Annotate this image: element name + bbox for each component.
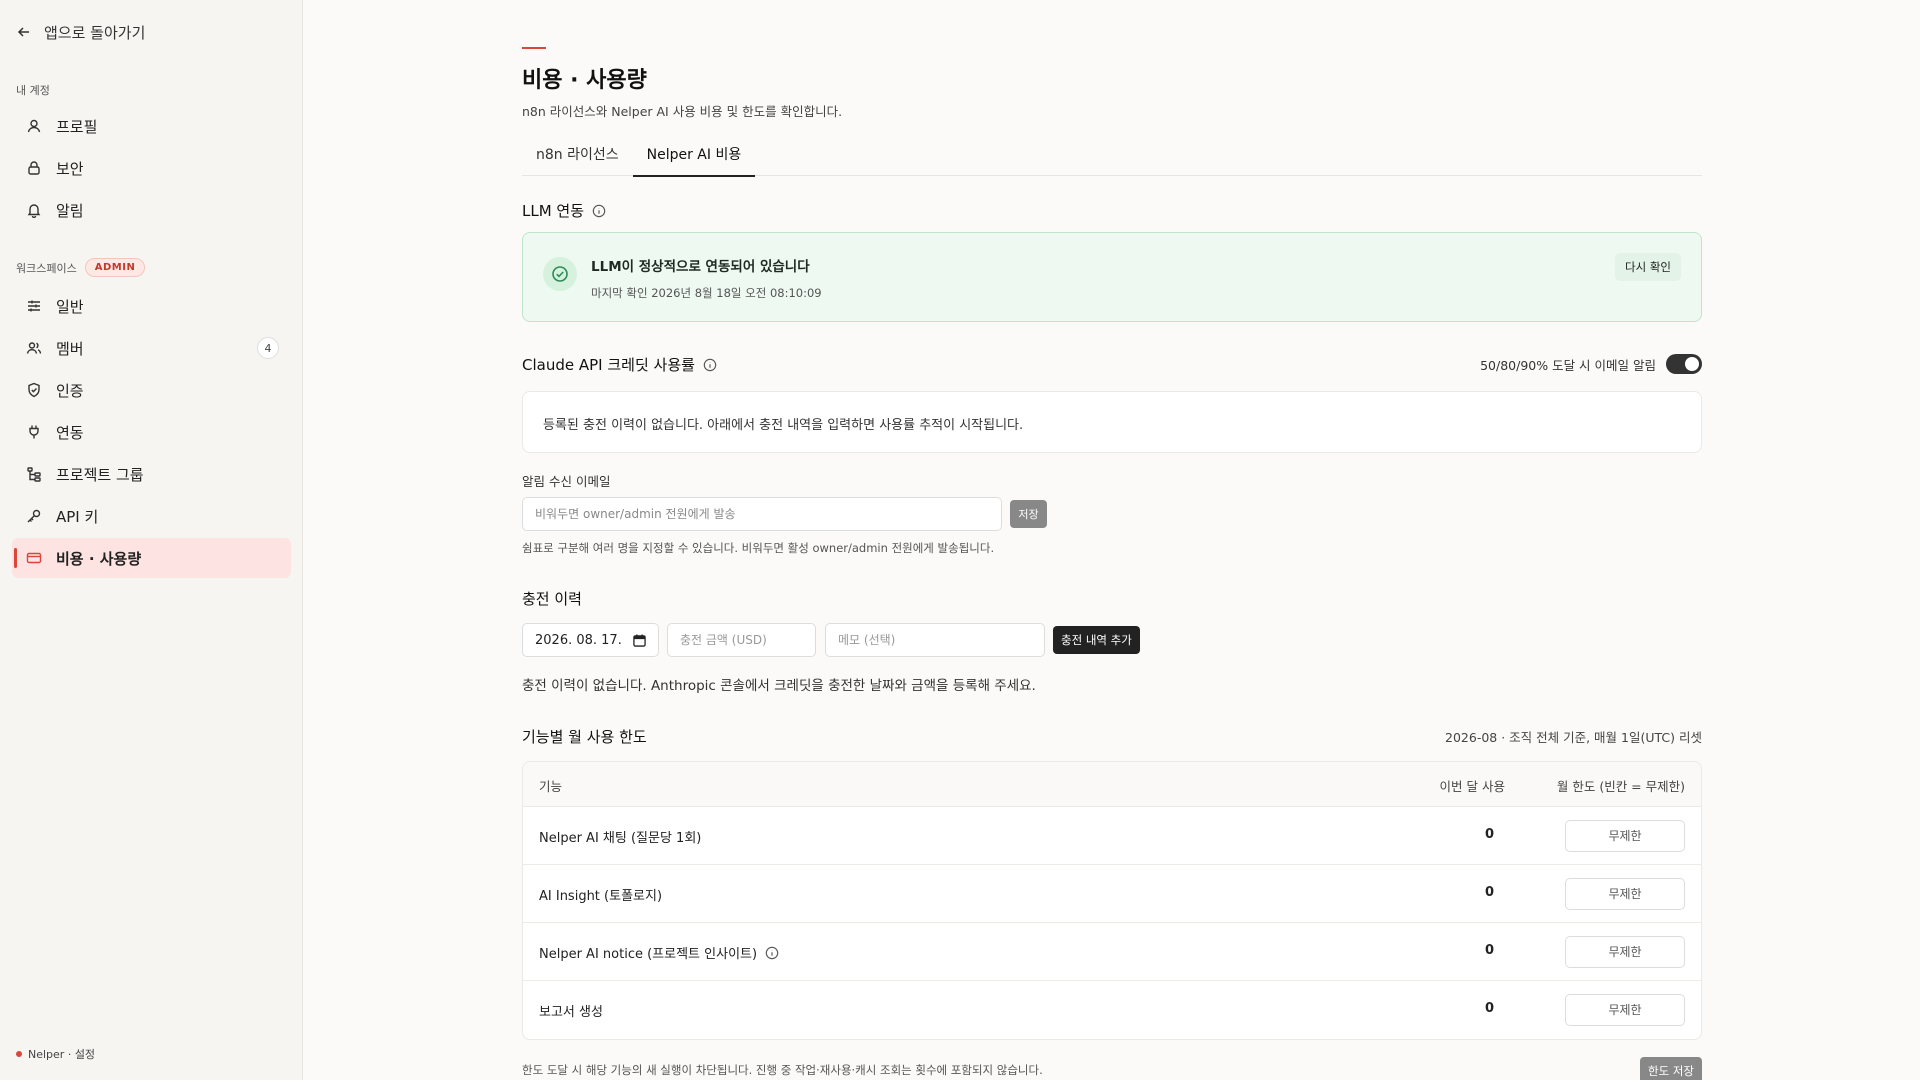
sidebar-item-general[interactable]: 일반 xyxy=(12,286,291,326)
info-icon[interactable] xyxy=(592,204,606,218)
title-accent-line xyxy=(522,47,546,49)
limits-period-meta: 2026-08 · 조직 전체 기준, 매월 1일(UTC) 리셋 xyxy=(1445,730,1702,745)
alert-email-help: 쉼표로 구분해 여러 명을 지정할 수 있습니다. 비워두면 활성 owner/… xyxy=(522,541,995,555)
monthly-limit-input[interactable] xyxy=(1565,820,1685,852)
save-email-button[interactable]: 저장 xyxy=(1010,500,1047,528)
info-icon[interactable] xyxy=(765,946,779,960)
user-icon xyxy=(27,119,41,133)
alert-email-label: 알림 수신 이메일 xyxy=(522,474,611,489)
credit-empty-state: 등록된 충전 이력이 없습니다. 아래에서 충전 내역을 입력하면 사용률 추적… xyxy=(522,391,1702,453)
sidebar-item-label: 프로필 xyxy=(56,117,98,136)
feature-name: 보고서 생성 xyxy=(539,1005,603,1020)
monthly-limit-input[interactable] xyxy=(1565,878,1685,910)
workspace-section-label: 워크스페이스 ADMIN xyxy=(16,258,146,277)
table-row: Nelper AI 채팅 (질문당 1회) 0 xyxy=(523,807,1701,865)
column-header-usage: 이번 달 사용 xyxy=(1439,779,1505,794)
back-link-label: 앱으로 돌아가기 xyxy=(44,23,146,42)
sidebar-item-label: 멤버 xyxy=(56,339,84,358)
llm-status-card: LLM이 정상적으로 연동되어 있습니다 마지막 확인 2026년 8월 18일… xyxy=(522,232,1702,322)
limits-footer-note: 한도 도달 시 해당 기능의 새 실행이 차단됩니다. 진행 중 작업·재사용·… xyxy=(522,1063,1043,1077)
tree-icon xyxy=(27,467,41,482)
sidebar-item-label: 비용 · 사용량 xyxy=(56,549,142,568)
monthly-limit-input[interactable] xyxy=(1565,936,1685,968)
email-alert-label: 50/80/90% 도달 시 이메일 알림 xyxy=(1480,357,1656,373)
feature-name: Nelper AI 채팅 (질문당 1회) xyxy=(539,831,702,846)
sidebar-item-integrations[interactable]: 연동 xyxy=(12,412,291,452)
table-row: AI Insight (토폴로지) 0 xyxy=(523,865,1701,923)
sidebar-item-label: 인증 xyxy=(56,381,84,400)
page-subtitle: n8n 라이선스와 Nelper AI 사용 비용 및 한도를 확인합니다. xyxy=(522,104,843,119)
sidebar: 앱으로 돌아가기 내 계정 프로필 보안 알림 워크스페이스 ADMIN 일반 … xyxy=(0,0,303,1080)
plug-icon xyxy=(29,425,39,439)
info-icon[interactable] xyxy=(703,358,717,372)
credit-card-icon xyxy=(26,552,42,564)
credit-section-title: Claude API 크레딧 사용률 xyxy=(522,354,717,375)
feature-name: AI Insight (토폴로지) xyxy=(539,889,663,904)
alert-email-input[interactable] xyxy=(522,497,1002,531)
sidebar-footer: Nelper · 설정 xyxy=(16,1046,95,1062)
users-icon xyxy=(26,342,42,354)
monthly-limit-input[interactable] xyxy=(1565,994,1685,1026)
charge-empty-state: 충전 이력이 없습니다. Anthropic 콘솔에서 크레딧을 충전한 날짜와… xyxy=(522,678,1036,694)
llm-last-checked: 마지막 확인 2026년 8월 18일 오전 08:10:09 xyxy=(591,286,822,300)
member-count-badge: 4 xyxy=(257,337,279,359)
sidebar-item-cost-usage[interactable]: 비용 · 사용량 xyxy=(12,538,291,578)
brand-dot-icon xyxy=(16,1051,22,1057)
charge-memo-input[interactable] xyxy=(825,623,1045,657)
table-header: 기능 이번 달 사용 월 한도 (빈칸 = 무제한) xyxy=(523,762,1701,807)
back-to-app-link[interactable]: 앱으로 돌아가기 xyxy=(16,20,145,44)
save-limits-button[interactable]: 한도 저장 xyxy=(1640,1057,1702,1080)
column-header-limit: 월 한도 (빈칸 = 무제한) xyxy=(1556,779,1685,794)
sidebar-item-label: 보안 xyxy=(56,159,84,178)
lock-icon xyxy=(28,161,40,175)
limits-section-title: 기능별 월 사용 한도 xyxy=(522,728,647,746)
limits-table: 기능 이번 달 사용 월 한도 (빈칸 = 무제한) Nelper AI 채팅 … xyxy=(522,761,1702,1040)
account-section-label: 내 계정 xyxy=(16,84,50,97)
page-title: 비용 · 사용량 xyxy=(522,68,647,93)
email-alert-toggle-row: 50/80/90% 도달 시 이메일 알림 xyxy=(1480,354,1702,374)
llm-status-text: LLM이 정상적으로 연동되어 있습니다 xyxy=(591,259,810,275)
sidebar-item-label: 일반 xyxy=(56,297,84,316)
feature-name: Nelper AI notice (프로젝트 인사이트) xyxy=(539,943,779,962)
calendar-icon xyxy=(633,633,646,647)
main-content: 비용 · 사용량 n8n 라이선스와 Nelper AI 사용 비용 및 한도를… xyxy=(522,0,1702,1080)
column-header-feature: 기능 xyxy=(539,779,563,794)
usage-value: 0 xyxy=(1484,827,1494,842)
tab-nelper-ai-cost[interactable]: Nelper AI 비용 xyxy=(632,138,756,177)
sidebar-item-members[interactable]: 멤버 4 xyxy=(12,328,291,368)
tab-bar: n8n 라이선스 Nelper AI 비용 xyxy=(522,138,1702,177)
sidebar-item-label: 프로젝트 그룹 xyxy=(56,465,144,484)
sidebar-item-auth[interactable]: 인증 xyxy=(12,370,291,410)
usage-value: 0 xyxy=(1484,885,1494,900)
tab-n8n-license[interactable]: n8n 라이선스 xyxy=(522,138,633,176)
sidebar-item-label: 알림 xyxy=(56,201,84,220)
sidebar-item-notifications[interactable]: 알림 xyxy=(12,190,291,230)
usage-value: 0 xyxy=(1484,1001,1494,1016)
shield-check-icon xyxy=(28,382,40,398)
table-row: 보고서 생성 0 xyxy=(523,981,1701,1039)
charge-section-title: 충전 이력 xyxy=(522,590,582,608)
add-charge-button[interactable]: 충전 내역 추가 xyxy=(1053,626,1140,654)
sidebar-item-project-groups[interactable]: 프로젝트 그룹 xyxy=(12,454,291,494)
email-alert-toggle[interactable] xyxy=(1666,354,1702,374)
recheck-button[interactable]: 다시 확인 xyxy=(1615,253,1681,281)
admin-badge: ADMIN xyxy=(84,258,146,277)
check-circle-icon xyxy=(543,257,577,291)
charge-date-input[interactable]: 2026. 08. 17. xyxy=(522,623,659,657)
sidebar-item-security[interactable]: 보안 xyxy=(12,148,291,188)
sidebar-item-api-keys[interactable]: API 키 xyxy=(12,496,291,536)
arrow-left-icon xyxy=(17,27,29,37)
key-icon xyxy=(27,509,41,523)
charge-amount-input[interactable] xyxy=(667,623,816,657)
sliders-icon xyxy=(28,300,40,312)
sidebar-item-label: 연동 xyxy=(56,423,84,442)
sidebar-item-label: API 키 xyxy=(56,507,99,526)
table-row: Nelper AI notice (프로젝트 인사이트) 0 xyxy=(523,923,1701,981)
llm-section-title: LLM 연동 xyxy=(522,200,606,221)
usage-value: 0 xyxy=(1484,943,1494,958)
bell-icon xyxy=(27,204,41,218)
sidebar-item-profile[interactable]: 프로필 xyxy=(12,106,291,146)
